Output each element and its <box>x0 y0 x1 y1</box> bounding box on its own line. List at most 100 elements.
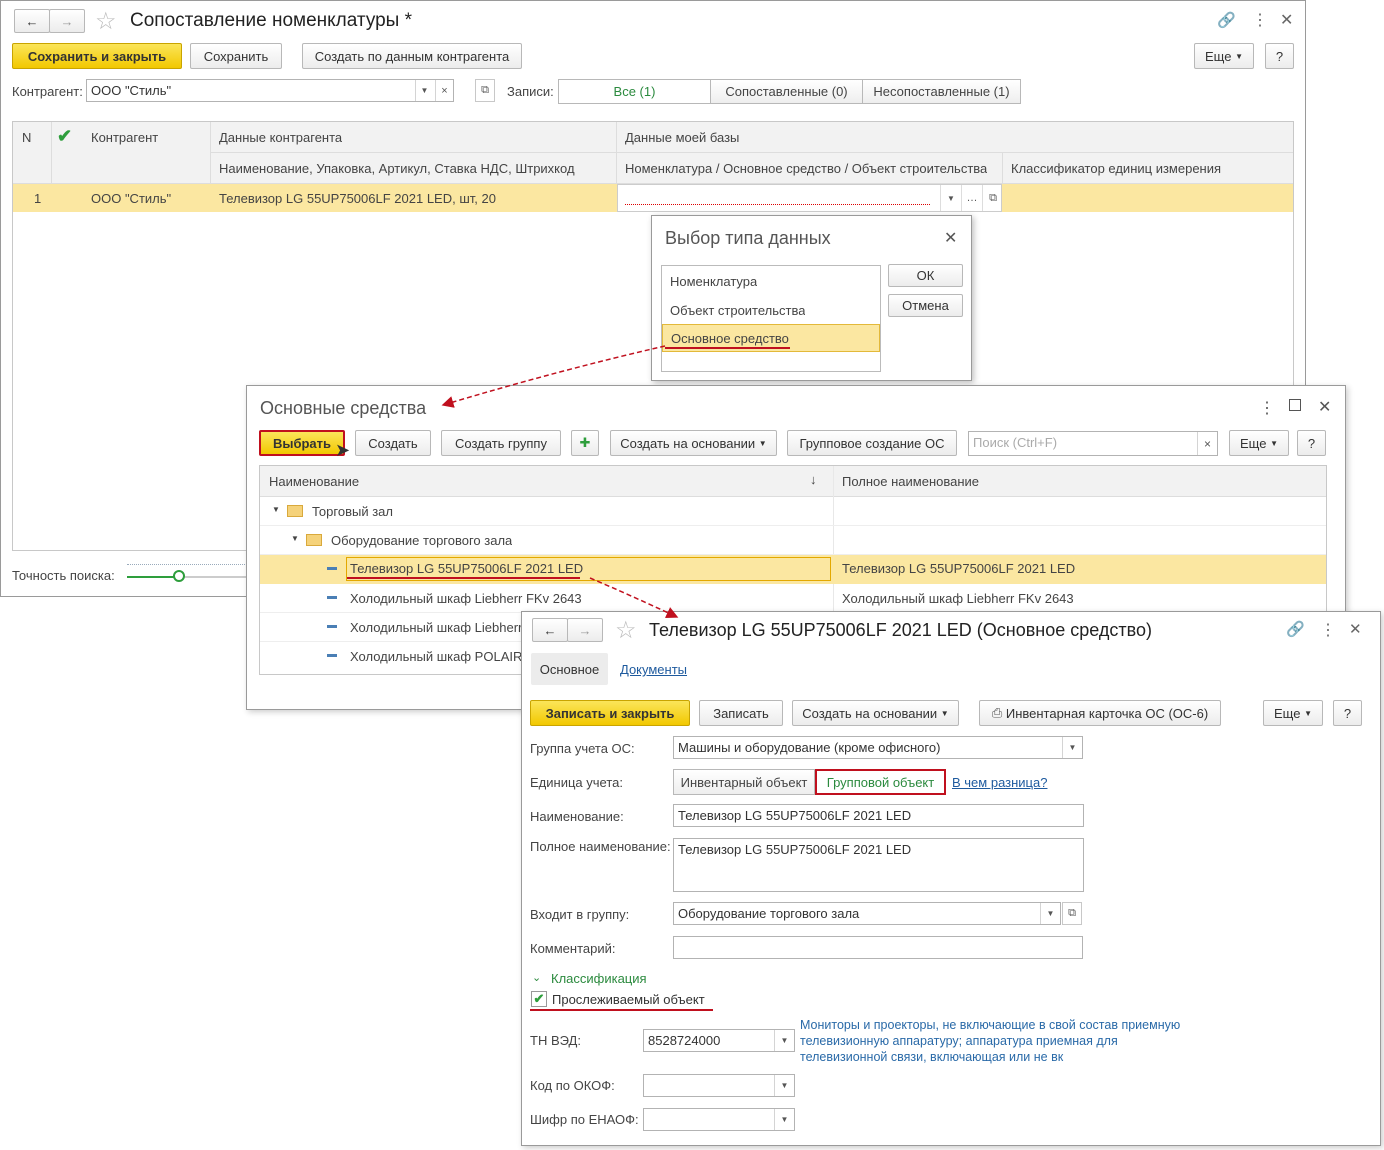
save-and-close-button[interactable]: Сохранить и закрыть <box>12 43 182 69</box>
tracked-checkbox[interactable]: ✔ <box>531 991 547 1007</box>
filter-all[interactable]: Все (1) <box>558 79 711 104</box>
write-and-close-button[interactable]: Записать и закрыть <box>530 700 690 726</box>
open-icon[interactable]: ⧉ <box>1062 902 1082 925</box>
link-icon[interactable]: 🔗 <box>1217 11 1236 29</box>
col-my-data-header[interactable]: Данные моей базы <box>625 130 739 145</box>
unit-difference-link[interactable]: В чем разница? <box>952 775 1047 790</box>
close-icon[interactable]: ✕ <box>944 228 957 248</box>
list-item[interactable]: Номенклатура <box>662 268 880 294</box>
okof-field[interactable]: ▼ <box>643 1074 795 1097</box>
help-button[interactable]: ? <box>1265 43 1294 69</box>
col-counterparty-header[interactable]: Контрагент <box>91 130 158 145</box>
forward-button[interactable]: → <box>49 9 85 33</box>
col-name-header[interactable]: Наименование <box>269 474 359 489</box>
help-button[interactable]: ? <box>1333 700 1362 726</box>
expand-arrow-icon[interactable]: ▼ <box>291 534 299 543</box>
counterparty-field[interactable]: ООО "Стиль" ▼ × <box>86 79 454 102</box>
create-by-counterparty-button[interactable]: Создать по данным контрагента <box>302 43 522 69</box>
dropdown-arrow-icon[interactable]: ▼ <box>774 1109 794 1130</box>
more-button[interactable]: Еще ▼ <box>1263 700 1323 726</box>
tab-main[interactable]: Основное <box>531 653 608 685</box>
list-item[interactable]: Объект строительства <box>662 297 880 323</box>
tree-row[interactable]: ▼ Торговый зал <box>260 497 1326 526</box>
name-field[interactable]: Телевизор LG 55UP75006LF 2021 LED <box>673 804 1084 827</box>
more-button[interactable]: Еще ▼ <box>1194 43 1254 69</box>
slider-thumb[interactable] <box>173 570 185 582</box>
unit-group-option[interactable]: Групповой объект <box>815 769 946 795</box>
star-icon[interactable]: ☆ <box>95 7 117 36</box>
filter-unmatched[interactable]: Несопоставленные (1) <box>862 79 1021 104</box>
item-dash-icon <box>327 654 337 657</box>
dropdown-arrow-icon[interactable]: ▼ <box>774 1030 794 1051</box>
dropdown-arrow-icon[interactable]: ▼ <box>1062 737 1082 758</box>
checkmark-icon[interactable]: ✔ <box>57 126 72 147</box>
tnved-field[interactable]: 8528724000 ▼ <box>643 1029 795 1052</box>
search-input[interactable]: Поиск (Ctrl+F) × <box>968 431 1218 456</box>
col-cp-data-header[interactable]: Данные контрагента <box>219 130 342 145</box>
more-button[interactable]: Еще ▼ <box>1229 430 1289 456</box>
printer-icon: ⎙ <box>991 705 1003 720</box>
chevron-down-icon[interactable]: ⌄ <box>532 971 541 984</box>
more-vert-icon[interactable]: ⋮ <box>1252 10 1268 30</box>
create-group-button[interactable]: Создать группу <box>441 430 561 456</box>
ok-button[interactable]: ОК <box>888 264 963 287</box>
col-my-sub-header[interactable]: Номенклатура / Основное средство / Объек… <box>625 161 987 176</box>
open-icon[interactable]: ⧉ <box>475 79 495 102</box>
help-button[interactable]: ? <box>1297 430 1326 456</box>
col-fullname-header[interactable]: Полное наименование <box>842 474 979 489</box>
tree-row[interactable]: ▼ Оборудование торгового зала <box>260 526 1326 555</box>
inventory-card-button[interactable]: ⎙ Инвентарная карточка ОС (ОС-6) <box>979 700 1221 726</box>
tab-documents[interactable]: Документы <box>620 662 687 677</box>
cancel-button[interactable]: Отмена <box>888 294 963 317</box>
clear-icon[interactable]: × <box>1197 432 1217 455</box>
sort-arrow-icon[interactable]: ↓ <box>810 472 817 487</box>
open-icon[interactable]: ⧉ <box>982 185 1003 211</box>
tree-row-selected[interactable]: Телевизор LG 55UP75006LF 2021 LED Телеви… <box>260 555 1326 584</box>
copy-button[interactable]: ✚ <box>571 430 599 456</box>
comment-field[interactable] <box>673 936 1083 959</box>
clear-icon[interactable]: × <box>435 80 453 101</box>
group-create-button[interactable]: Групповое создание ОС <box>787 430 957 456</box>
dropdown-arrow-icon[interactable]: ▼ <box>1040 903 1060 924</box>
save-button[interactable]: Сохранить <box>190 43 282 69</box>
more-vert-icon[interactable]: ⋮ <box>1320 620 1336 640</box>
close-icon[interactable]: ✕ <box>1349 620 1362 638</box>
tree-row[interactable]: Холодильный шкаф Liebherr FKv 2643 Холод… <box>260 584 1326 613</box>
chevron-down-icon: ▼ <box>1235 51 1243 61</box>
select-button[interactable]: Выбрать <box>259 430 345 456</box>
dropdown-arrow-icon[interactable]: ▼ <box>415 80 433 101</box>
filter-matched[interactable]: Сопоставленные (0) <box>710 79 863 104</box>
more-vert-icon[interactable]: ⋮ <box>1259 398 1275 418</box>
parent-group-field[interactable]: Оборудование торгового зала ▼ <box>673 902 1061 925</box>
col-n-header[interactable]: N <box>22 130 31 145</box>
forward-button[interactable]: → <box>567 618 603 642</box>
group-field[interactable]: Машины и оборудование (кроме офисного) ▼ <box>673 736 1083 759</box>
link-icon[interactable]: 🔗 <box>1286 620 1305 638</box>
nomenclature-input[interactable]: ▼ … ⧉ <box>617 184 1002 212</box>
tree-row-label: Телевизор LG 55UP75006LF 2021 LED <box>350 561 584 576</box>
col-unit-header[interactable]: Классификатор единиц измерения <box>1011 161 1221 176</box>
close-icon[interactable]: ✕ <box>1280 10 1293 30</box>
tree-row-label: Холодильный шкаф Liebherr FKv 2643 <box>350 591 582 606</box>
back-button[interactable]: ← <box>14 9 50 33</box>
col-cp-sub-header[interactable]: Наименование, Упаковка, Артикул, Ставка … <box>219 161 575 176</box>
create-based-on-button[interactable]: Создать на основании ▼ <box>792 700 959 726</box>
search-precision-slider[interactable] <box>127 564 247 584</box>
create-based-on-button[interactable]: Создать на основании ▼ <box>610 430 777 456</box>
classification-section[interactable]: Классификация <box>551 971 647 986</box>
back-button[interactable]: ← <box>532 618 568 642</box>
unit-inventory-option[interactable]: Инвентарный объект <box>673 769 815 795</box>
fullname-field[interactable]: Телевизор LG 55UP75006LF 2021 LED <box>673 838 1084 892</box>
write-button[interactable]: Записать <box>699 700 783 726</box>
create-button[interactable]: Создать <box>355 430 431 456</box>
dropdown-arrow-icon[interactable]: ▼ <box>940 185 961 211</box>
expand-arrow-icon[interactable]: ▼ <box>272 505 280 514</box>
select-ellipsis-icon[interactable]: … <box>961 185 982 211</box>
star-icon[interactable]: ☆ <box>615 616 637 645</box>
tracked-label[interactable]: Прослеживаемый объект <box>552 992 705 1007</box>
enaof-field[interactable]: ▼ <box>643 1108 795 1131</box>
type-list: Номенклатура Объект строительства Основн… <box>661 265 881 372</box>
close-icon[interactable]: ✕ <box>1318 397 1331 417</box>
maximize-icon[interactable] <box>1289 399 1301 411</box>
dropdown-arrow-icon[interactable]: ▼ <box>774 1075 794 1096</box>
